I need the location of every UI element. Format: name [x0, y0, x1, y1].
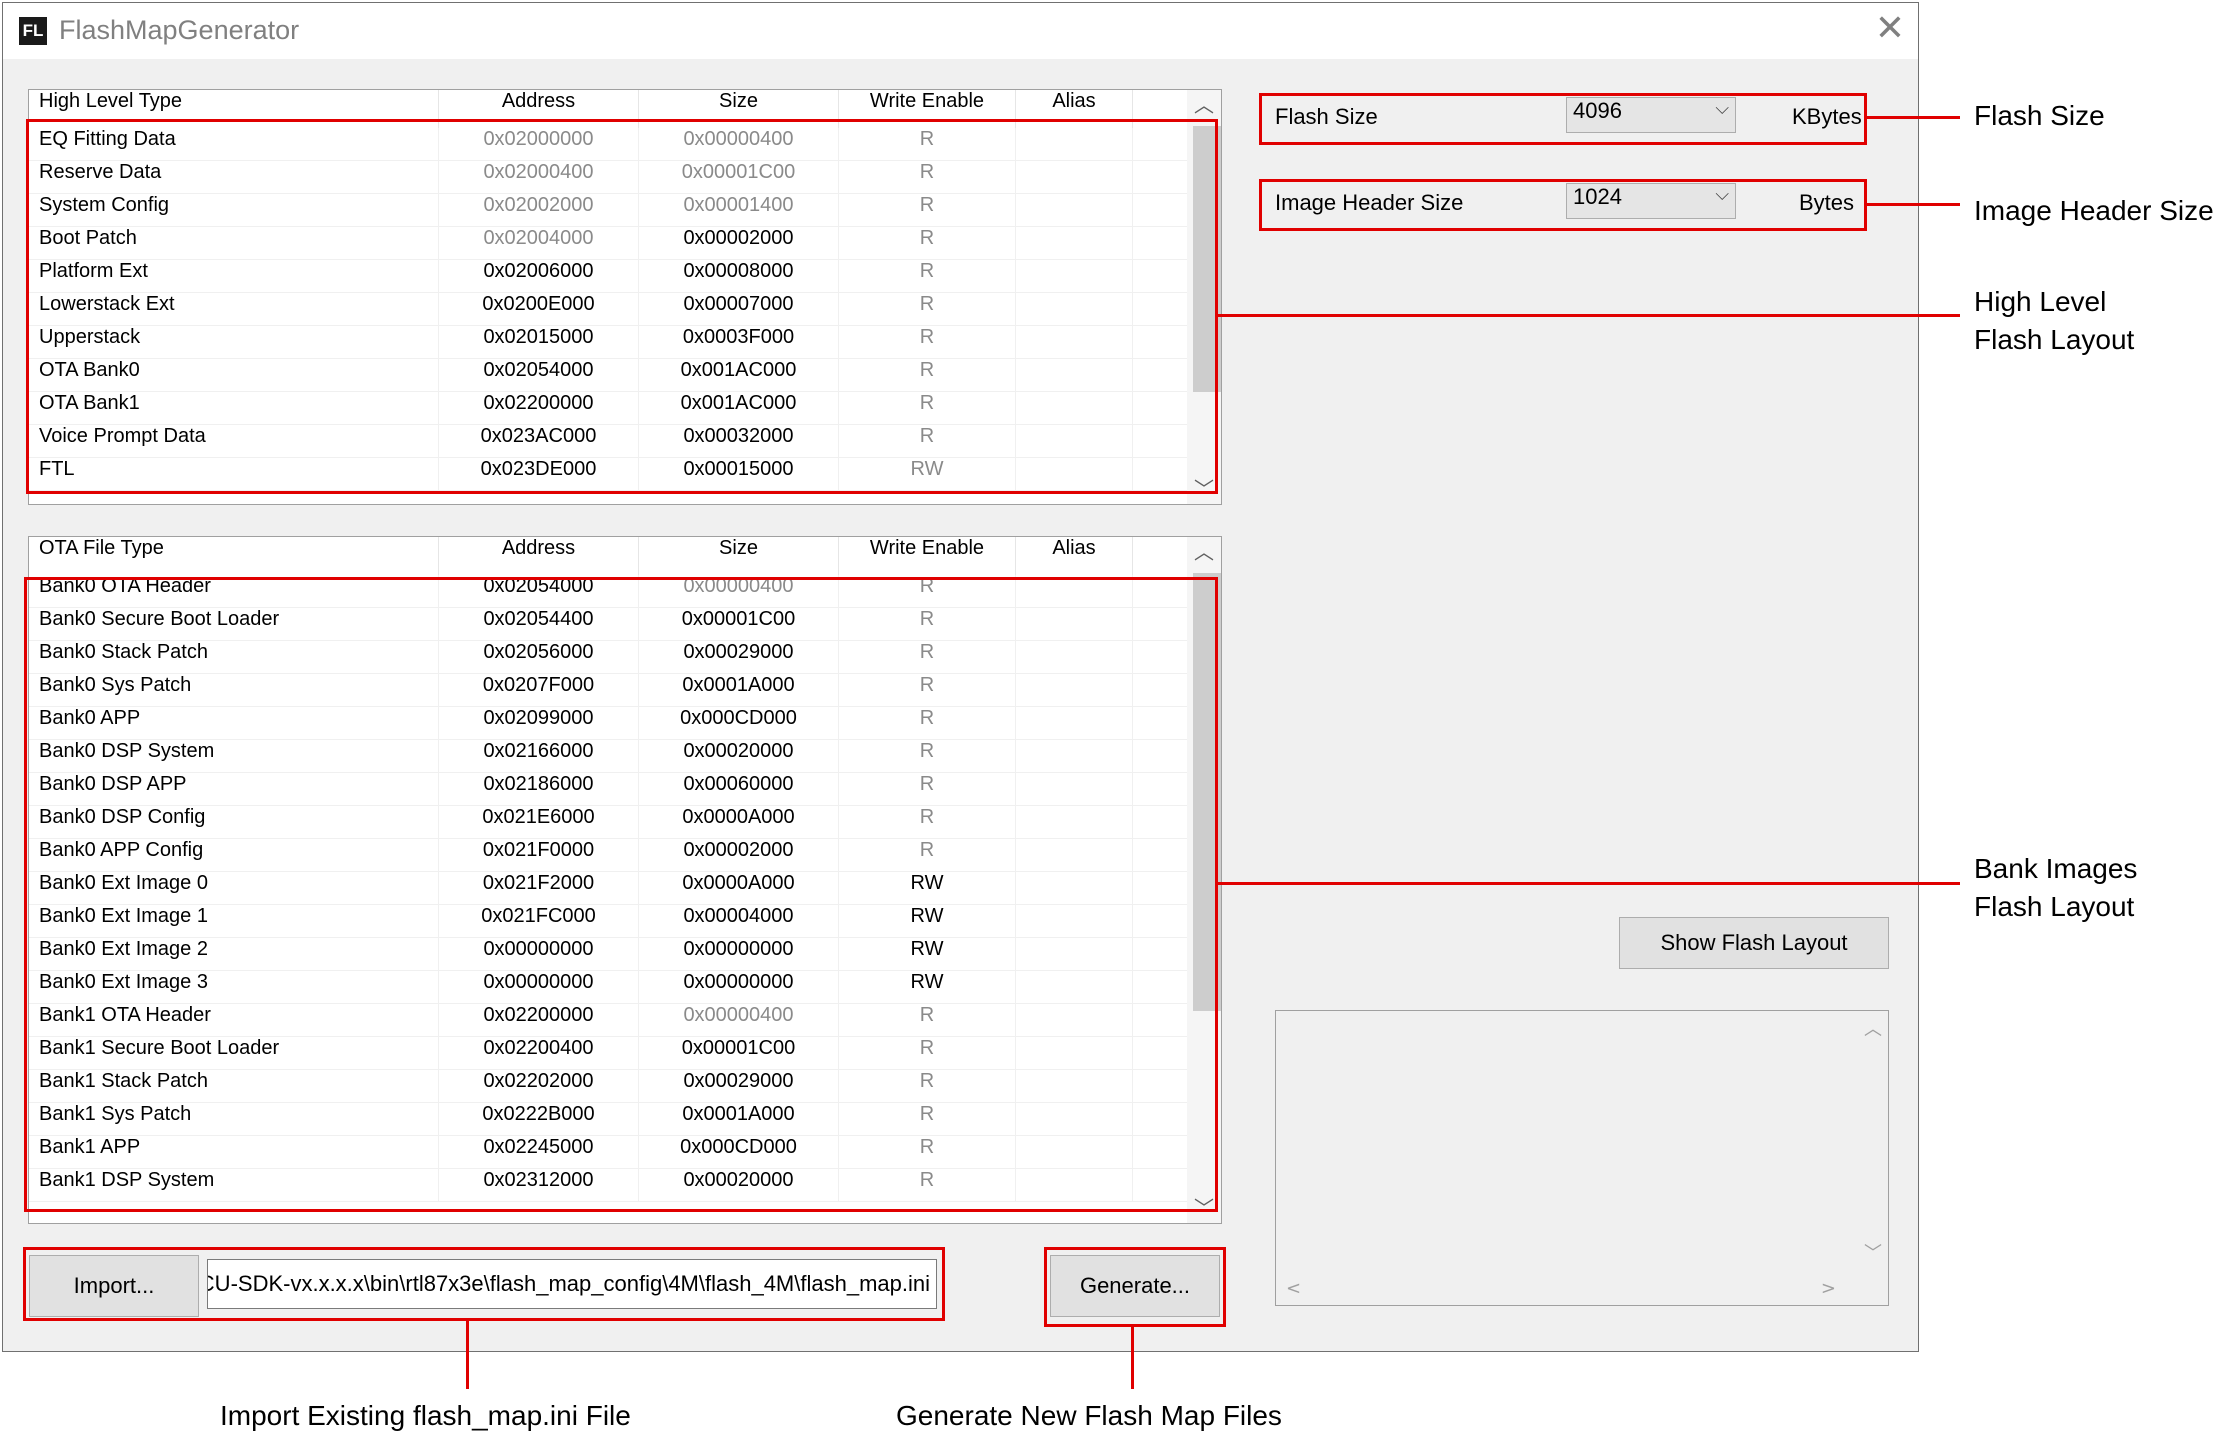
- scroll-down-icon[interactable]: ﹀: [1864, 1239, 1882, 1265]
- output-log-area[interactable]: ︿ ﹀ < >: [1275, 1010, 1889, 1306]
- title-bar: FL FlashMapGenerator ✕: [3, 3, 1918, 59]
- close-button[interactable]: ✕: [1872, 11, 1908, 47]
- annotation-flash-size: Flash Size: [1974, 100, 2105, 131]
- column-header-write-enable[interactable]: Write Enable: [839, 537, 1016, 575]
- generate-highlight: [1044, 1247, 1226, 1327]
- import-leader-line: [466, 1321, 469, 1389]
- high-level-leader-line: [1218, 314, 1960, 317]
- annotation-bank-images-layout: Bank Images Flash Layout: [1974, 853, 2138, 922]
- bank-images-layout-highlight: [24, 577, 1218, 1212]
- flash-size-leader-line: [1867, 116, 1960, 119]
- annotation-high-level-layout: High Level Flash Layout: [1974, 286, 2135, 355]
- generate-leader-line: [1131, 1327, 1134, 1389]
- scroll-up-icon[interactable]: ︿: [1187, 90, 1221, 120]
- column-header-size[interactable]: Size: [639, 537, 839, 575]
- column-header-address[interactable]: Address: [439, 537, 639, 575]
- scroll-left-icon[interactable]: <: [1286, 1278, 1301, 1299]
- annotation-import-existing: Import Existing flash_map.ini File: [220, 1400, 631, 1431]
- annotation-generate-new: Generate New Flash Map Files: [896, 1400, 1282, 1431]
- high-level-layout-highlight: [26, 119, 1218, 494]
- image-header-size-leader-line: [1867, 203, 1960, 206]
- column-header-type[interactable]: OTA File Type: [29, 537, 439, 575]
- image-header-size-highlight: [1259, 179, 1867, 231]
- column-header-alias[interactable]: Alias: [1016, 537, 1133, 575]
- bank-images-leader-line: [1218, 882, 1960, 885]
- annotation-image-header-size: Image Header Size: [1974, 195, 2214, 226]
- show-flash-layout-button[interactable]: Show Flash Layout: [1619, 917, 1889, 969]
- window-title: FlashMapGenerator: [59, 15, 300, 45]
- scroll-right-icon[interactable]: >: [1821, 1278, 1836, 1299]
- ota-table-header: OTA File Type Address Size Write Enable …: [29, 537, 1189, 575]
- column-header-spacer: [1133, 537, 1189, 575]
- scroll-up-icon[interactable]: ︿: [1864, 1015, 1882, 1041]
- flash-size-highlight: [1259, 93, 1867, 145]
- import-highlight: [23, 1247, 945, 1321]
- app-logo-icon: FL: [19, 17, 47, 45]
- scroll-up-icon[interactable]: ︿: [1187, 537, 1221, 567]
